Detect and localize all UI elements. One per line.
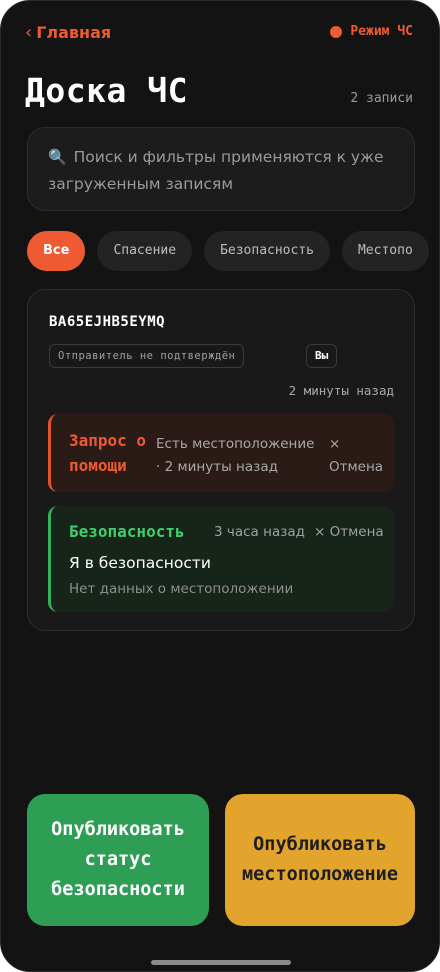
records-count: 2 записи xyxy=(350,91,413,106)
back-label: Главная xyxy=(36,23,112,42)
filter-chip-location[interactable]: Местопо xyxy=(341,231,429,271)
filter-chips: Все Спасение Безопасность Местопо xyxy=(27,231,439,271)
cancel-label: Отмена xyxy=(329,459,384,475)
help-request-entry[interactable]: Запрос о помощи Есть местоположение · 2 … xyxy=(48,414,394,492)
sender-status-badge: Отправитель не подтверждён xyxy=(49,344,245,368)
button-label: Опубликовать статус безопасности xyxy=(51,815,185,905)
safety-entry[interactable]: Безопасность 3 часа назад × Отмена Я в б… xyxy=(48,506,394,612)
back-button[interactable]: ‹ Главная xyxy=(25,22,111,43)
card-timestamp: 2 минуты назад xyxy=(288,383,394,398)
status-dot-icon xyxy=(330,25,343,38)
home-indicator[interactable] xyxy=(151,960,291,965)
search-input[interactable]: 🔍 Поиск и фильтры применяются к уже загр… xyxy=(27,127,415,211)
sender-id: BA65EJHB5EYMQ xyxy=(49,314,166,330)
emergency-mode-indicator: Режим ЧС xyxy=(330,24,413,39)
cancel-help-button[interactable]: × Отмена xyxy=(329,433,383,479)
button-label-line: Опубликовать xyxy=(51,819,185,840)
entry-details: Есть местоположение · 2 минуты назад xyxy=(156,433,314,479)
sender-card: BA65EJHB5EYMQ Отправитель не подтверждён… xyxy=(27,289,415,631)
button-label: Опубликовать местоположение xyxy=(242,830,398,890)
entry-location-status: Есть местоположение xyxy=(156,436,315,452)
page-title: Доска ЧС xyxy=(25,71,188,110)
you-badge: Вы xyxy=(306,344,338,368)
cancel-safety-button[interactable]: × Отмена xyxy=(314,524,384,540)
publish-location-button[interactable]: Опубликовать местоположение xyxy=(225,794,415,926)
publish-safety-status-button[interactable]: Опубликовать статус безопасности xyxy=(27,794,209,926)
button-label-line: Опубликовать xyxy=(253,834,387,855)
entry-message: Я в безопасности xyxy=(69,554,211,572)
entry-time: · 2 минуты назад xyxy=(156,459,278,475)
entry-type-line: помощи xyxy=(69,456,127,475)
button-label-line: безопасности xyxy=(51,879,185,900)
filter-chip-rescue[interactable]: Спасение xyxy=(97,231,193,271)
search-placeholder: Поиск и фильтры применяются к уже загруж… xyxy=(48,148,384,193)
entry-location-status: Нет данных о местоположении xyxy=(69,581,294,597)
close-icon: × xyxy=(329,436,341,452)
entry-time: 3 часа назад xyxy=(214,524,305,540)
phone-screen: ‹ Главная Режим ЧС Доска ЧС 2 записи 🔍 П… xyxy=(0,0,440,972)
entry-type: Безопасность xyxy=(69,522,185,541)
button-label-line: статус xyxy=(84,849,152,870)
mode-label: Режим ЧС xyxy=(350,24,413,39)
filter-chip-safety[interactable]: Безопасность xyxy=(204,231,330,271)
chevron-left-icon: ‹ xyxy=(25,22,33,43)
search-icon: 🔍 xyxy=(48,148,67,166)
filter-chip-all[interactable]: Все xyxy=(27,231,86,271)
button-label-line: местоположение xyxy=(242,864,398,885)
entry-type: Запрос о помощи xyxy=(69,428,149,478)
entry-type-line: Запрос о xyxy=(69,431,147,450)
